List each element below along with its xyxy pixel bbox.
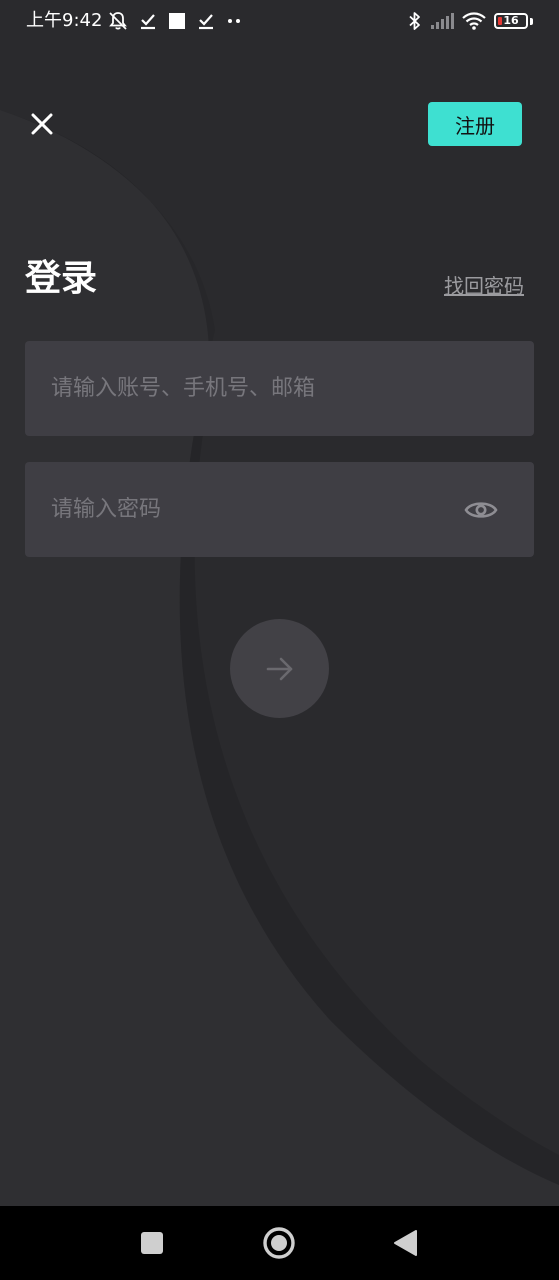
battery-tip [530,17,533,25]
bluetooth-icon [409,12,420,30]
background-decoration [0,110,559,1206]
check-icon [141,14,155,30]
more-dots-icon [228,19,240,23]
password-field [25,462,534,557]
navigation-bar [0,1206,559,1280]
close-button[interactable] [24,106,60,142]
password-input[interactable] [25,462,534,557]
page-title: 登录 [25,258,98,299]
close-icon [31,113,53,135]
mute-bell-icon [109,12,127,30]
arrow-right-icon [266,657,292,680]
battery-text: 16 [503,14,519,27]
recents-square-icon [141,1232,163,1254]
square-icon [169,13,185,29]
battery-fill [498,17,502,25]
check-icon [199,14,213,30]
register-button[interactable]: 注册 [428,102,522,146]
back-button[interactable] [388,1225,424,1261]
account-input[interactable] [25,341,534,436]
battery-icon: 16 [494,13,528,29]
eye-icon [464,502,498,518]
password-visibility-toggle[interactable] [464,493,498,527]
forgot-password-link[interactable]: 找回密码 [444,272,524,300]
login-submit-button[interactable] [230,619,329,718]
status-bar: 上午9:42 16 [0,0,559,42]
signal-icon [431,13,454,29]
home-circle-icon [263,1227,295,1259]
account-field [25,341,534,436]
recents-button[interactable] [134,1225,170,1261]
back-triangle-icon [394,1230,417,1256]
status-left-icons [108,10,242,32]
status-time: 上午9:42 [26,10,103,31]
home-button[interactable] [261,1225,297,1261]
status-right-icons: 16 [408,10,533,32]
wifi-icon [462,12,486,30]
login-screen: 上午9:42 16 注册 登录 找回密码 请输入账号、手机号、邮箱 [0,0,559,1280]
